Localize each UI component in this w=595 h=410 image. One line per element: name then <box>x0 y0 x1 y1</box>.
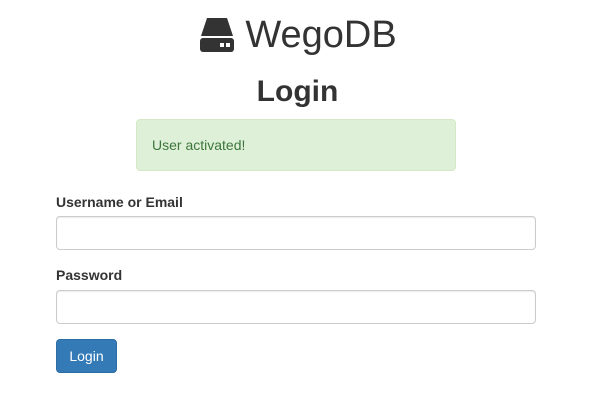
success-alert: User activated! <box>136 119 456 171</box>
page-title: Login <box>256 75 339 108</box>
username-label: Username or Email <box>56 194 183 210</box>
brand-name: WegoDB <box>245 14 397 56</box>
password-input[interactable] <box>56 290 536 324</box>
hard-drive-icon <box>200 18 235 52</box>
brand-header: WegoDB <box>0 10 595 60</box>
login-button[interactable]: Login <box>56 339 117 373</box>
alert-message: User activated! <box>152 137 246 153</box>
username-input[interactable] <box>56 216 536 250</box>
password-label: Password <box>56 267 123 283</box>
